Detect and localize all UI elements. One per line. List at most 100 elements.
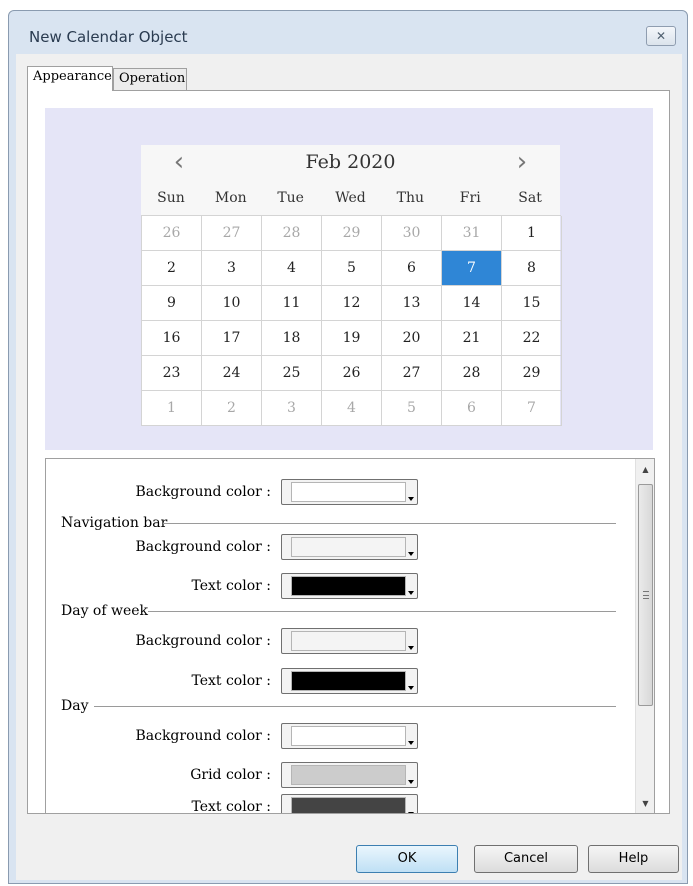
weekday-label: Sat: [518, 190, 542, 206]
day-of-week-row: Sun Mon Tue Wed Thu Fri Sat: [141, 181, 560, 215]
day-cell[interactable]: 19: [322, 321, 382, 356]
section-divider: [94, 706, 616, 707]
navigation-bar-text-picker[interactable]: [281, 573, 418, 599]
day-of-week-background-picker[interactable]: [281, 628, 418, 654]
scroll-up-icon[interactable]: ▲: [636, 461, 654, 479]
chevron-down-icon: [408, 686, 414, 690]
day-background-picker[interactable]: [281, 723, 418, 749]
day-cell[interactable]: 3: [202, 251, 262, 286]
navigation-bar-text-swatch: [291, 576, 406, 596]
day-cell[interactable]: 10: [202, 286, 262, 321]
day-cell[interactable]: 7: [502, 391, 562, 426]
navigation-bar-background-label: Background color :: [135, 539, 271, 555]
day-background-label: Background color :: [135, 728, 271, 744]
day-of-week-background-swatch: [291, 631, 406, 651]
day-cell[interactable]: 5: [382, 391, 442, 426]
ok-button[interactable]: OK: [356, 845, 458, 873]
section-divider: [148, 611, 616, 612]
calendar: ‹ Feb 2020 › Sun Mon Tue Wed Thu Fri Sat 26 27 2…: [141, 145, 562, 426]
appearance-panel: ‹ Feb 2020 › Sun Mon Tue Wed Thu Fri Sat 26 27 2…: [27, 90, 670, 814]
close-button[interactable]: ✕: [646, 26, 676, 46]
background-color-swatch: [291, 482, 406, 502]
day-of-week-text-picker[interactable]: [281, 668, 418, 694]
day-cell[interactable]: 16: [142, 321, 202, 356]
day-cell[interactable]: 2: [202, 391, 262, 426]
navigation-bar-background-picker[interactable]: [281, 534, 418, 560]
day-cell[interactable]: 22: [502, 321, 562, 356]
day-text-color-label: Text color :: [191, 799, 271, 814]
day-cell[interactable]: 6: [382, 251, 442, 286]
day-cell[interactable]: 25: [262, 356, 322, 391]
calendar-preview: ‹ Feb 2020 › Sun Mon Tue Wed Thu Fri Sat 26 27 2…: [45, 108, 653, 450]
day-cell[interactable]: 11: [262, 286, 322, 321]
day-cell[interactable]: 1: [142, 391, 202, 426]
weekday-label: Wed: [335, 190, 366, 206]
day-grid-color-label: Grid color :: [190, 767, 271, 783]
section-navigation-bar: Navigation bar: [61, 515, 168, 531]
chevron-down-icon: [408, 552, 414, 556]
scrollbar-thumb[interactable]: [638, 484, 653, 706]
day-cell[interactable]: 4: [322, 391, 382, 426]
day-cell[interactable]: 24: [202, 356, 262, 391]
grip-icon: [643, 591, 649, 599]
tab-appearance[interactable]: Appearance: [27, 66, 113, 91]
close-icon: ✕: [655, 29, 667, 43]
day-of-week-text-swatch: [291, 671, 406, 691]
help-button[interactable]: Help: [588, 845, 679, 873]
day-cell[interactable]: 13: [382, 286, 442, 321]
day-cell[interactable]: 14: [442, 286, 502, 321]
properties-scrollbar[interactable]: ▲ ▼: [635, 459, 654, 813]
chevron-down-icon: [408, 741, 414, 745]
weekday-label: Sun: [157, 190, 185, 206]
day-cell[interactable]: 8: [502, 251, 562, 286]
navigation-bar-text-label: Text color :: [191, 578, 271, 594]
day-cell[interactable]: 4: [262, 251, 322, 286]
chevron-down-icon: [408, 591, 414, 595]
chevron-down-icon: [408, 812, 414, 813]
title-bar: New Calendar Object ✕: [9, 11, 687, 53]
day-cell[interactable]: 5: [322, 251, 382, 286]
background-color-picker[interactable]: [281, 479, 418, 505]
chevron-down-icon: [408, 780, 414, 784]
day-cell[interactable]: 21: [442, 321, 502, 356]
calendar-navigation-bar: ‹ Feb 2020 ›: [141, 145, 560, 181]
next-month-icon[interactable]: ›: [507, 147, 537, 177]
day-cell[interactable]: 29: [502, 356, 562, 391]
tab-operation[interactable]: Operation: [113, 68, 187, 90]
day-grid-color-picker[interactable]: [281, 762, 418, 788]
day-cell[interactable]: 28: [262, 216, 322, 251]
day-cell[interactable]: 23: [142, 356, 202, 391]
day-cell[interactable]: 20: [382, 321, 442, 356]
dialog-window: New Calendar Object ✕ Appearance Operati…: [8, 10, 688, 884]
weekday-label: Mon: [214, 190, 247, 206]
day-cell[interactable]: 18: [262, 321, 322, 356]
day-cell[interactable]: 27: [382, 356, 442, 391]
day-cell[interactable]: 29: [322, 216, 382, 251]
properties-content: Background color : Navigation bar Backgr…: [46, 459, 636, 814]
calendar-month-label: Feb 2020: [305, 151, 396, 173]
day-cell[interactable]: 12: [322, 286, 382, 321]
day-cell[interactable]: 9: [142, 286, 202, 321]
day-of-week-background-label: Background color :: [135, 633, 271, 649]
day-of-week-text-label: Text color :: [191, 673, 271, 689]
day-cell[interactable]: 30: [382, 216, 442, 251]
cancel-button[interactable]: Cancel: [474, 845, 578, 873]
day-cell[interactable]: 31: [442, 216, 502, 251]
day-cell[interactable]: 3: [262, 391, 322, 426]
day-cell[interactable]: 28: [442, 356, 502, 391]
properties-pane: Background color : Navigation bar Backgr…: [45, 458, 655, 814]
day-cell[interactable]: 15: [502, 286, 562, 321]
section-divider: [163, 523, 616, 524]
day-cell[interactable]: 17: [202, 321, 262, 356]
day-cell[interactable]: 27: [202, 216, 262, 251]
selected-day-cell[interactable]: 7: [442, 251, 502, 286]
navigation-bar-background-swatch: [291, 537, 406, 557]
day-cell[interactable]: 2: [142, 251, 202, 286]
day-cell[interactable]: 6: [442, 391, 502, 426]
day-cell[interactable]: 26: [322, 356, 382, 391]
scroll-down-icon[interactable]: ▼: [636, 795, 654, 813]
chevron-down-icon: [408, 497, 414, 501]
day-text-color-picker[interactable]: [281, 794, 418, 813]
day-cell[interactable]: 1: [502, 216, 562, 251]
day-cell[interactable]: 26: [142, 216, 202, 251]
